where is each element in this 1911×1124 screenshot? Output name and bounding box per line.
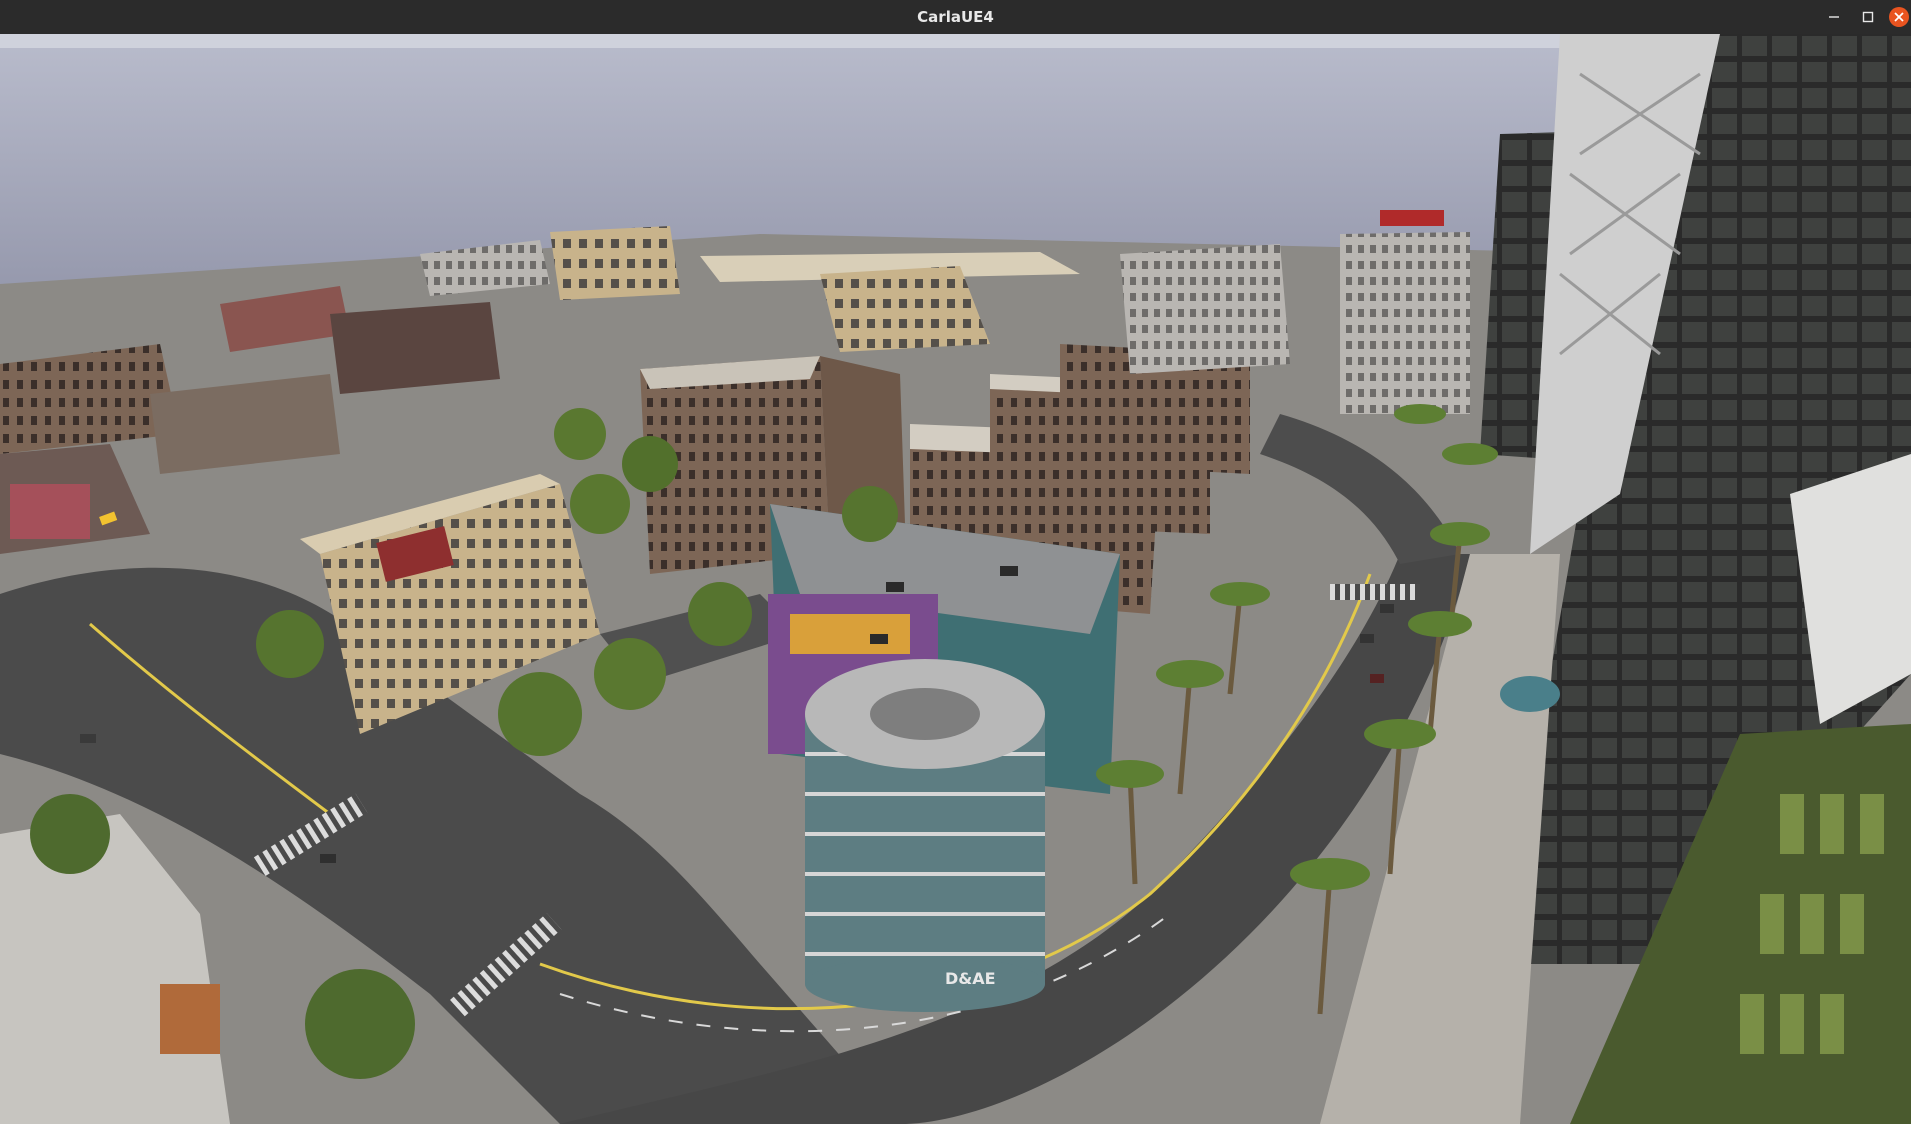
minimize-button[interactable] bbox=[1817, 0, 1851, 34]
parking-garage-mural-accent bbox=[790, 614, 910, 654]
building-tan-beachfront bbox=[820, 266, 990, 352]
city-scene: D&AE bbox=[0, 34, 1911, 1124]
building-dark-brick bbox=[330, 302, 500, 394]
spiral-ramp-core bbox=[870, 688, 980, 740]
maximize-icon bbox=[1862, 11, 1874, 23]
window-titlebar[interactable]: CarlaUE4 bbox=[0, 0, 1911, 34]
carla-window: CarlaUE4 D&AE bbox=[0, 0, 1911, 1124]
window-title: CarlaUE4 bbox=[917, 8, 994, 26]
classical-poster bbox=[160, 984, 220, 1054]
fountain bbox=[1500, 676, 1560, 712]
mural-art bbox=[10, 484, 90, 539]
minimize-icon bbox=[1829, 16, 1839, 18]
simulation-viewport[interactable]: D&AE bbox=[0, 34, 1911, 1124]
maximize-button[interactable] bbox=[1851, 0, 1885, 34]
parking-garage-sign: D&AE bbox=[945, 969, 996, 988]
billboard-red bbox=[1380, 210, 1444, 226]
building-tan-far bbox=[550, 226, 680, 300]
building-grey-tower bbox=[1340, 232, 1470, 414]
close-icon bbox=[1889, 7, 1909, 27]
crosswalk-3 bbox=[1330, 584, 1420, 600]
building-grey-cluster bbox=[1120, 244, 1290, 374]
spiral-ramp-base bbox=[805, 956, 1045, 1012]
close-button[interactable] bbox=[1882, 0, 1911, 34]
